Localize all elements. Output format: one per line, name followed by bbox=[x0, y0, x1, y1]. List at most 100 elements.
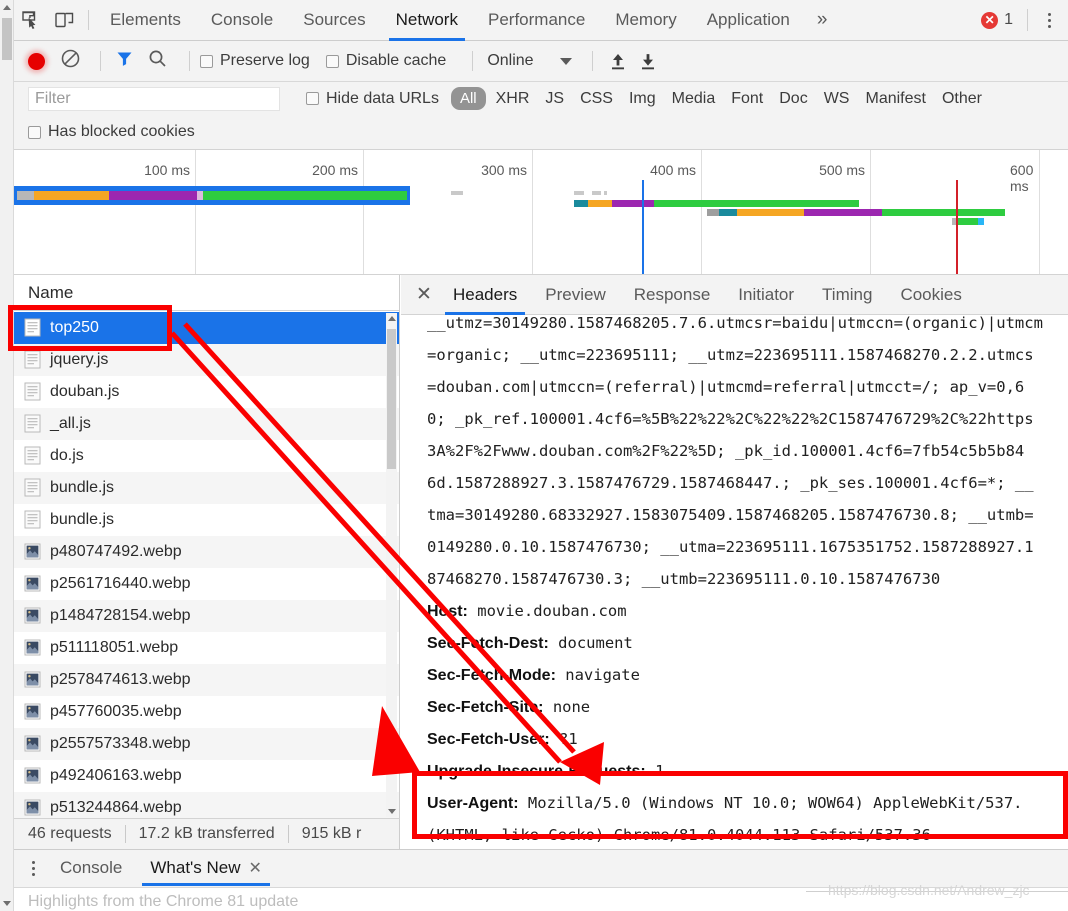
close-icon[interactable]: ✕ bbox=[409, 280, 439, 310]
filter-type-font[interactable]: Font bbox=[723, 90, 771, 108]
inspect-element-icon[interactable] bbox=[14, 0, 48, 40]
chevron-down-icon[interactable] bbox=[559, 57, 572, 65]
scroll-down-arrow-icon[interactable] bbox=[388, 809, 396, 814]
toolbar-divider bbox=[1027, 9, 1028, 31]
devtools-main-menu-icon[interactable] bbox=[1036, 5, 1062, 35]
filter-type-media[interactable]: Media bbox=[664, 90, 724, 108]
request-row[interactable]: bundle.js bbox=[14, 472, 399, 504]
request-row[interactable]: p513244864.webp bbox=[14, 792, 399, 818]
close-icon[interactable]: ✕ bbox=[249, 858, 262, 878]
filter-input[interactable] bbox=[28, 86, 280, 111]
request-count-label: 46 requests bbox=[28, 825, 112, 842]
request-row[interactable]: p2578474613.webp bbox=[14, 664, 399, 696]
network-toolbar: Preserve log Disable cache Online bbox=[14, 41, 1068, 82]
request-row[interactable]: _all.js bbox=[14, 408, 399, 440]
filter-type-all[interactable]: All bbox=[450, 87, 486, 110]
devtools-drawer: Console What's New ✕ Highlights from the… bbox=[14, 849, 1068, 911]
tab-network[interactable]: Network bbox=[381, 0, 473, 41]
cookie-header-line: tma=30149280.68332927.1583075409.1587468… bbox=[427, 506, 1034, 524]
scroll-up-arrow-icon[interactable] bbox=[3, 5, 11, 10]
tab-elements[interactable]: Elements bbox=[95, 0, 196, 41]
script-icon bbox=[24, 350, 41, 369]
preserve-log-checkbox[interactable] bbox=[200, 54, 213, 68]
filter-type-manifest[interactable]: Manifest bbox=[857, 90, 933, 108]
overview-bar-download bbox=[654, 200, 859, 207]
request-list[interactable]: top250 jquery.js douban.js _all.js do.js bund… bbox=[14, 312, 399, 818]
filter-type-css[interactable]: CSS bbox=[572, 90, 621, 108]
request-name: p492406163.webp bbox=[50, 766, 182, 784]
filter-bar: Hide data URLs All XHR JS CSS Img Media … bbox=[14, 82, 1068, 115]
tab-memory[interactable]: Memory bbox=[600, 0, 691, 41]
image-icon bbox=[24, 798, 41, 817]
request-row[interactable]: douban.js bbox=[14, 376, 399, 408]
scrollbar-thumb[interactable] bbox=[387, 329, 396, 469]
hide-data-urls-checkbox[interactable] bbox=[306, 92, 319, 105]
tab-timing[interactable]: Timing bbox=[808, 275, 886, 315]
request-row[interactable]: p480747492.webp bbox=[14, 536, 399, 568]
filter-type-xhr[interactable]: XHR bbox=[488, 90, 538, 108]
has-blocked-cookies-group[interactable]: Has blocked cookies bbox=[14, 115, 1068, 150]
drawer-tab-console[interactable]: Console bbox=[46, 850, 136, 886]
tab-cookies[interactable]: Cookies bbox=[886, 275, 975, 315]
device-toolbar-icon[interactable] bbox=[48, 0, 82, 40]
filter-type-doc[interactable]: Doc bbox=[771, 90, 815, 108]
tab-console[interactable]: Console bbox=[196, 0, 288, 41]
filter-type-js[interactable]: JS bbox=[537, 90, 572, 108]
clear-icon[interactable] bbox=[61, 49, 80, 73]
tab-preview[interactable]: Preview bbox=[531, 275, 619, 315]
request-headers-content[interactable]: __utmz=30149280.1587468205.7.6.utmcsr=ba… bbox=[401, 315, 1068, 849]
tab-label: Performance bbox=[487, 10, 586, 29]
request-row[interactable]: p457760035.webp bbox=[14, 696, 399, 728]
request-row[interactable]: jquery.js bbox=[14, 344, 399, 376]
request-name: top250 bbox=[50, 318, 99, 336]
filter-type-ws[interactable]: WS bbox=[816, 90, 858, 108]
preserve-log-checkbox-group[interactable]: Preserve log bbox=[200, 52, 310, 70]
network-overview[interactable]: 100 ms 200 ms 300 ms 400 ms 500 ms 600 m… bbox=[14, 150, 1068, 275]
more-tabs-chevron-icon[interactable]: » bbox=[805, 9, 840, 31]
hide-data-urls-group[interactable]: Hide data URLs bbox=[306, 90, 439, 108]
throttling-select[interactable]: Online bbox=[487, 52, 533, 70]
request-name: bundle.js bbox=[50, 478, 115, 496]
request-row[interactable]: p2561716440.webp bbox=[14, 568, 399, 600]
tab-response[interactable]: Response bbox=[620, 275, 725, 315]
user-agent-header-row-wrapped: (KHTML, like Gecko) Chrome/81.0.4044.113… bbox=[427, 826, 931, 844]
request-list-scrollbar[interactable] bbox=[386, 313, 397, 817]
request-row[interactable]: p511118051.webp bbox=[14, 632, 399, 664]
filter-type-other[interactable]: Other bbox=[934, 90, 990, 108]
has-blocked-cookies-checkbox[interactable] bbox=[28, 125, 41, 139]
request-name: _all.js bbox=[50, 414, 91, 432]
request-row[interactable]: p492406163.webp bbox=[14, 760, 399, 792]
toolbar-divider bbox=[472, 51, 474, 71]
tab-headers[interactable]: Headers bbox=[439, 275, 531, 315]
request-row[interactable]: top250 bbox=[14, 312, 399, 344]
cookie-header-line: =organic; __utmc=223695111; __utmz=22369… bbox=[427, 346, 1034, 364]
disable-cache-checkbox[interactable] bbox=[325, 54, 339, 68]
export-har-icon[interactable] bbox=[633, 46, 663, 76]
page-scrollbar[interactable] bbox=[0, 0, 14, 911]
scroll-up-arrow-icon[interactable] bbox=[388, 316, 396, 321]
tab-performance[interactable]: Performance bbox=[473, 0, 600, 41]
scroll-down-arrow-icon[interactable] bbox=[3, 901, 11, 906]
drawer-tab-whats-new[interactable]: What's New ✕ bbox=[136, 850, 276, 886]
tab-label: Network bbox=[395, 10, 458, 29]
import-har-icon[interactable] bbox=[603, 46, 633, 76]
tab-application[interactable]: Application bbox=[692, 0, 805, 41]
request-list-header[interactable]: Name bbox=[14, 275, 399, 311]
drawer-menu-icon[interactable] bbox=[20, 851, 46, 885]
error-count-label: 1 bbox=[1004, 11, 1013, 28]
error-count-badge[interactable]: ✕ 1 bbox=[981, 11, 1013, 29]
filter-type-img[interactable]: Img bbox=[621, 90, 664, 108]
disable-cache-checkbox-group[interactable]: Disable cache bbox=[325, 52, 446, 70]
request-row[interactable]: p1484728154.webp bbox=[14, 600, 399, 632]
overview-bar-download bbox=[958, 218, 978, 225]
request-row[interactable]: bundle.js bbox=[14, 504, 399, 536]
record-button[interactable] bbox=[28, 52, 45, 70]
funnel-icon[interactable] bbox=[115, 49, 134, 73]
overview-bar-waiting bbox=[612, 200, 654, 207]
tab-initiator[interactable]: Initiator bbox=[724, 275, 808, 315]
scrollbar-thumb[interactable] bbox=[2, 18, 12, 60]
tab-sources[interactable]: Sources bbox=[288, 0, 380, 41]
request-row[interactable]: do.js bbox=[14, 440, 399, 472]
request-row[interactable]: p2557573348.webp bbox=[14, 728, 399, 760]
search-icon[interactable] bbox=[148, 49, 167, 73]
